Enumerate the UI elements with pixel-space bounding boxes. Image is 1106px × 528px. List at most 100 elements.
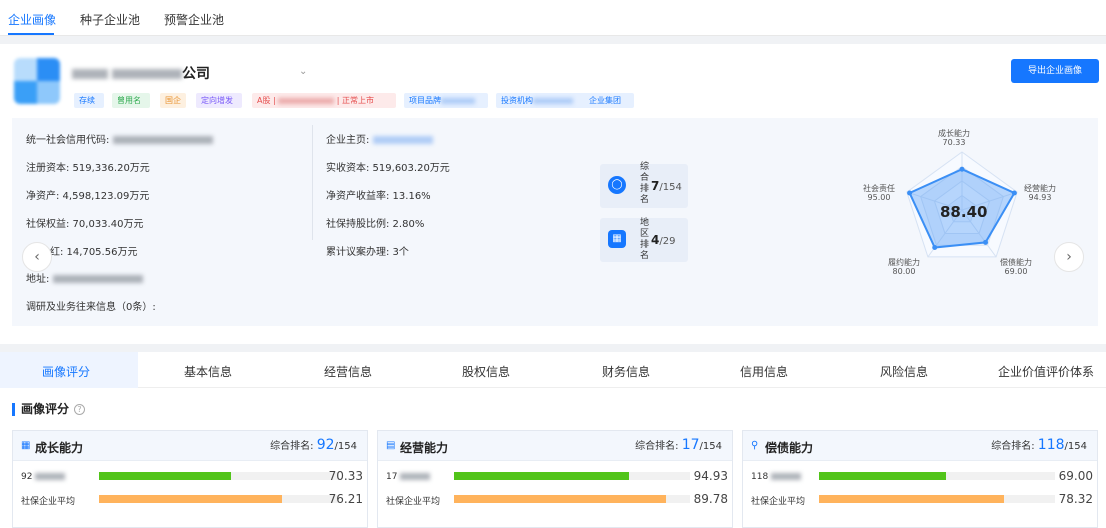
grid-icon: ▦ bbox=[21, 440, 31, 451]
net-assets: 净资产: 4,598,123.09万元 bbox=[26, 191, 150, 202]
redacted-text bbox=[112, 69, 182, 79]
research-info[interactable]: 调研及业务往来信息（0条）: bbox=[26, 298, 156, 313]
average-score-fill bbox=[819, 495, 1004, 503]
main-business: 企业主页: bbox=[326, 131, 433, 146]
score-card-header: ▦ 成长能力 综合排名: 92/154 bbox=[13, 431, 367, 461]
tag-project-brand[interactable]: 项目品牌 bbox=[404, 93, 488, 108]
active-tab-underline bbox=[8, 33, 54, 35]
average-score-bar bbox=[99, 495, 339, 503]
average-score-fill bbox=[99, 495, 282, 503]
score-card-rank: 综合排名: 118/154 bbox=[991, 437, 1087, 453]
radar-label-growth: 成长能力 70.33 bbox=[938, 129, 970, 147]
tag-enterprise-group[interactable]: 企业集团 bbox=[584, 93, 634, 108]
company-score-bar bbox=[454, 472, 690, 480]
average-score-value: 78.32 bbox=[1058, 492, 1093, 506]
average-score-bar bbox=[819, 495, 1055, 503]
tag-former-name[interactable]: 曾用名 bbox=[112, 93, 150, 108]
score-card-solvency: ⚲ 偿债能力 综合排名: 118/154 118 69.00 社保企业平均 78… bbox=[742, 430, 1098, 528]
radar-point-3 bbox=[932, 245, 938, 251]
overall-rank-box: ◯ 综合排名 7/154 bbox=[600, 162, 688, 208]
company-score-value: 70.33 bbox=[328, 469, 363, 483]
tab-credit-info[interactable]: 信用信息 bbox=[740, 363, 788, 380]
score-card-operation: ▤ 经营能力 综合排名: 17/154 17 94.93 社保企业平均 89.7… bbox=[377, 430, 733, 528]
radar-point-4 bbox=[907, 190, 913, 196]
prev-arrow-button[interactable]: ‹ bbox=[22, 242, 52, 272]
dividend: 分红: 14,705.56万元 bbox=[40, 247, 138, 258]
tab-value-evaluation[interactable]: 企业价值评价体系 bbox=[998, 363, 1094, 380]
company-score-bar bbox=[819, 472, 1055, 480]
average-score-fill bbox=[454, 495, 666, 503]
score-card-header: ▤ 经营能力 综合排名: 17/154 bbox=[378, 431, 732, 461]
radar-point-0 bbox=[959, 166, 965, 172]
top-nav: 企业画像 种子企业池 预警企业池 bbox=[0, 0, 1106, 36]
proposals: 累计议案办理: 3个 bbox=[326, 247, 409, 258]
tag-private-placement: 定向增发 bbox=[196, 93, 242, 108]
score-card-title: 偿债能力 bbox=[765, 441, 814, 455]
roe: 净资产收益率: 13.16% bbox=[326, 191, 431, 202]
tab-equity-info[interactable]: 股权信息 bbox=[462, 363, 510, 380]
score-card-header: ⚲ 偿债能力 综合排名: 118/154 bbox=[743, 431, 1097, 461]
company-score-fill bbox=[99, 472, 231, 480]
company-name: 公司 bbox=[72, 63, 222, 82]
credit-code: 统一社会信用代码: bbox=[26, 131, 213, 146]
radar-label-solvency: 偿债能力 69.00 bbox=[1000, 258, 1032, 276]
average-row-label: 社保企业平均 bbox=[21, 497, 76, 507]
registered-capital: 注册资本: 519,336.20万元 bbox=[26, 163, 150, 174]
tag-investment-institution[interactable]: 投资机构 bbox=[496, 93, 588, 108]
score-card-growth: ▦ 成长能力 综合排名: 92/154 92 70.33 社保企业平均 76.2… bbox=[12, 430, 368, 528]
company-row-label: 118 bbox=[751, 472, 802, 482]
redacted-text bbox=[72, 69, 108, 79]
tag-state-owned: 国企 bbox=[160, 93, 186, 108]
radar-label-contract: 履约能力 80.00 bbox=[888, 258, 920, 276]
tab-financial-info[interactable]: 财务信息 bbox=[602, 363, 650, 380]
chevron-down-icon[interactable]: ⌄ bbox=[299, 66, 307, 77]
company-row-label: 92 bbox=[21, 472, 66, 482]
company-row-label: 17 bbox=[386, 472, 431, 482]
average-score-value: 76.21 bbox=[328, 492, 363, 506]
map-icon: ▦ bbox=[608, 230, 626, 248]
average-row-label: 社保企业平均 bbox=[386, 497, 441, 507]
average-row-label: 社保企业平均 bbox=[751, 497, 806, 507]
average-score-value: 89.78 bbox=[693, 492, 728, 506]
tab-warning-pool[interactable]: 预警企业池 bbox=[164, 11, 224, 28]
divider bbox=[312, 125, 313, 240]
paid-in-capital: 实收资本: 519,603.20万元 bbox=[326, 163, 450, 174]
export-portrait-button[interactable]: 导出企业画像 bbox=[1011, 59, 1099, 83]
tab-enterprise-portrait[interactable]: 企业画像 bbox=[8, 11, 56, 28]
company-logo bbox=[14, 58, 60, 104]
company-score-value: 94.93 bbox=[693, 469, 728, 483]
tag-status: 存续 bbox=[74, 93, 104, 108]
average-score-bar bbox=[454, 495, 690, 503]
address: 地址: bbox=[26, 270, 143, 285]
region-rank-value: 4/29 bbox=[651, 233, 676, 247]
tab-risk-info[interactable]: 风险信息 bbox=[880, 363, 928, 380]
radar-label-social: 社会责任 95.00 bbox=[863, 184, 895, 202]
tag-listing: A股 | | 正常上市 bbox=[252, 93, 396, 108]
bar-chart-icon: ▤ bbox=[386, 440, 396, 451]
help-icon[interactable]: ? bbox=[74, 404, 85, 415]
social-equity: 社保权益: 70,033.40万元 bbox=[26, 219, 144, 230]
region-rank-box: ▦ 地区排名 4/29 bbox=[600, 218, 688, 262]
company-score-bar bbox=[99, 472, 339, 480]
radar-point-1 bbox=[1011, 190, 1017, 196]
location-icon: ⚲ bbox=[751, 440, 759, 451]
company-score-value: 69.00 bbox=[1058, 469, 1093, 483]
tab-basic-info[interactable]: 基本信息 bbox=[184, 363, 232, 380]
radar-center-score: 88.40 bbox=[940, 203, 988, 221]
radar-label-operation: 经营能力 94.93 bbox=[1024, 184, 1056, 202]
company-score-fill bbox=[454, 472, 629, 480]
building-icon: ◯ bbox=[608, 176, 626, 194]
score-card-rank: 综合排名: 17/154 bbox=[635, 437, 722, 453]
score-card-title: 经营能力 bbox=[400, 441, 449, 455]
overall-rank-value: 7/154 bbox=[651, 179, 682, 193]
section-title: 画像评分 bbox=[12, 403, 69, 416]
tab-operation-info[interactable]: 经营信息 bbox=[324, 363, 372, 380]
detail-tabs: 画像评分 基本信息 经营信息 股权信息 财务信息 信用信息 风险信息 企业价值评… bbox=[0, 352, 1106, 388]
score-card-title: 成长能力 bbox=[35, 441, 84, 455]
radar-point-2 bbox=[983, 239, 989, 245]
social-share-ratio: 社保持股比例: 2.80% bbox=[326, 219, 425, 230]
company-score-fill bbox=[819, 472, 946, 480]
score-card-rank: 综合排名: 92/154 bbox=[270, 437, 357, 453]
tab-seed-pool[interactable]: 种子企业池 bbox=[80, 11, 140, 28]
tab-portrait-score[interactable]: 画像评分 bbox=[42, 363, 90, 380]
